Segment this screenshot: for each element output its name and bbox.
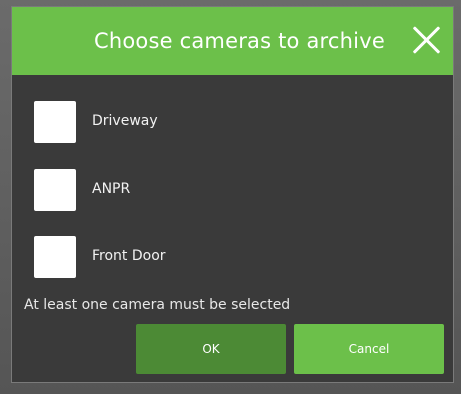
driveway-checkbox[interactable] (34, 101, 76, 143)
dialog-title: Choose cameras to archive (94, 29, 385, 53)
camera-label: Front Door (92, 248, 166, 264)
ok-button[interactable]: OK (136, 324, 286, 374)
close-icon[interactable] (411, 25, 441, 55)
front-door-checkbox[interactable] (34, 236, 76, 278)
camera-label: Driveway (92, 113, 158, 129)
camera-option-driveway[interactable]: Driveway (34, 101, 334, 145)
validation-message: At least one camera must be selected (24, 297, 291, 313)
camera-option-front-door[interactable]: Front Door (34, 236, 334, 280)
anpr-checkbox[interactable] (34, 169, 76, 211)
camera-label: ANPR (92, 181, 131, 197)
choose-cameras-dialog: Choose cameras to archive Driveway ANPR … (11, 6, 454, 383)
dialog-title-bar: Choose cameras to archive (12, 7, 453, 75)
camera-option-anpr[interactable]: ANPR (34, 169, 334, 213)
cancel-button[interactable]: Cancel (294, 324, 444, 374)
